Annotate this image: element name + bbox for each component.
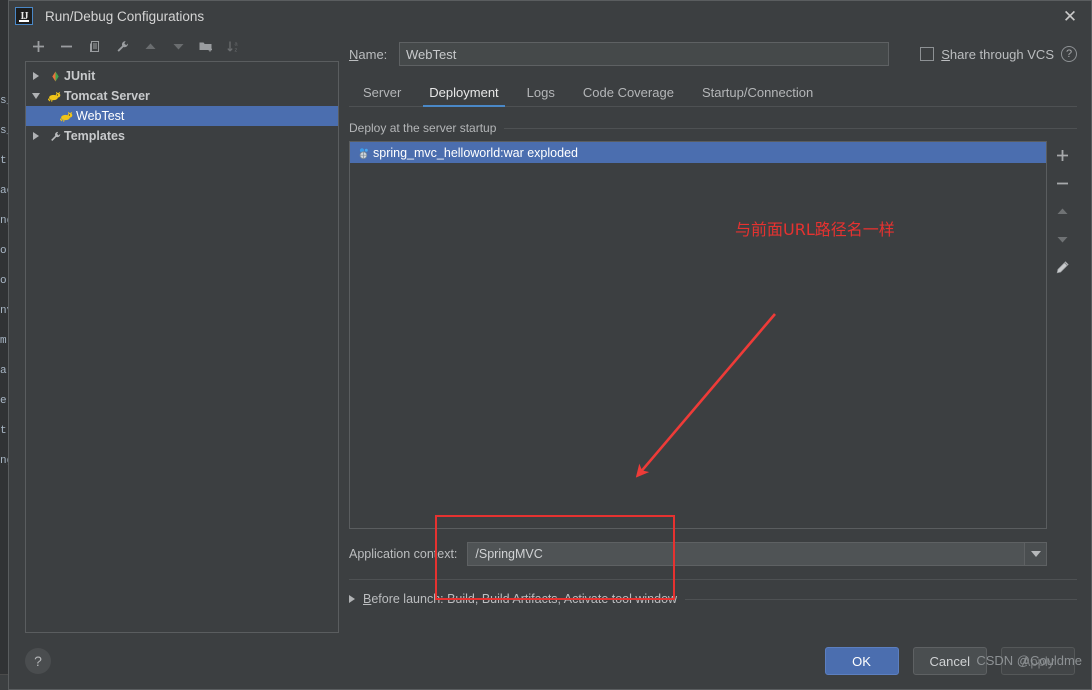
junit-icon [46, 70, 64, 83]
tab-startup-connection[interactable]: Startup/Connection [688, 85, 827, 106]
artifacts-actions-toolbar [1047, 141, 1077, 529]
share-vcs-label[interactable]: Share through VCS [941, 47, 1054, 62]
chevron-right-icon[interactable] [349, 595, 355, 603]
ok-button[interactable]: OK [824, 647, 899, 675]
tab-deployment[interactable]: Deployment [415, 85, 512, 107]
apply-button: Apply [1001, 647, 1075, 675]
editor-tabs: Server Deployment Logs Code Coverage Sta… [349, 77, 1077, 107]
dialog-title: Run/Debug Configurations [45, 8, 205, 24]
move-artifact-up-button[interactable] [1049, 199, 1075, 223]
tree-item-tomcat-server[interactable]: Tomcat Server [26, 86, 338, 106]
name-row: Name: Share through VCS ? [349, 37, 1077, 71]
run-debug-configurations-dialog: IJ Run/Debug Configurations ✕ a z JUnit … [8, 0, 1092, 690]
add-configuration-button[interactable] [25, 34, 51, 58]
chevron-right-icon[interactable] [26, 72, 46, 80]
application-context-combobox[interactable] [467, 542, 1047, 566]
deploy-group-label: Deploy at the server startup [349, 121, 497, 135]
name-label: Name: [349, 46, 388, 62]
before-launch-section[interactable]: Before launch: Build, Build Artifacts, A… [349, 592, 1077, 606]
chevron-down-icon[interactable] [1024, 543, 1046, 565]
before-launch-label: Before launch: Build, Build Artifacts, A… [363, 592, 678, 606]
dialog-body: a z JUnit Tomcat Server WebTest Template… [9, 31, 1091, 633]
close-icon[interactable]: ✕ [1059, 6, 1081, 26]
svg-text:z: z [235, 47, 238, 53]
name-input[interactable] [399, 42, 889, 66]
wrench-icon[interactable] [109, 34, 135, 58]
tree-item-templates[interactable]: Templates [26, 126, 338, 146]
tree-item-junit[interactable]: JUnit [26, 66, 338, 86]
tree-item-webtest[interactable]: WebTest [26, 106, 338, 126]
artifacts-list[interactable]: spring_mvc_helloworld:war exploded [349, 141, 1047, 529]
help-icon[interactable]: ? [1061, 46, 1077, 62]
application-context-input[interactable] [468, 543, 1024, 565]
chevron-down-icon[interactable] [26, 93, 46, 99]
application-context-label: Application context: [349, 547, 458, 561]
copy-configuration-button[interactable] [81, 34, 107, 58]
deployment-group: Deploy at the server startup spring_mvc_… [349, 121, 1077, 580]
dialog-titlebar: IJ Run/Debug Configurations ✕ [9, 1, 1091, 31]
tab-logs[interactable]: Logs [513, 85, 569, 106]
chevron-right-icon[interactable] [26, 132, 46, 140]
tab-server[interactable]: Server [349, 85, 415, 106]
configurations-panel: a z JUnit Tomcat Server WebTest Template… [9, 31, 339, 633]
deploy-group-legend: Deploy at the server startup [349, 121, 1077, 135]
intellij-idea-icon: IJ [15, 7, 33, 25]
move-down-button[interactable] [165, 34, 191, 58]
help-icon[interactable]: ? [25, 648, 51, 674]
share-through-vcs-group: Share through VCS ? [920, 46, 1077, 62]
tree-item-label: Tomcat Server [64, 89, 150, 103]
tree-item-label: Templates [64, 129, 125, 143]
footer-buttons: OK Cancel Apply [824, 647, 1075, 675]
configurations-tree[interactable]: JUnit Tomcat Server WebTest Templates [25, 61, 339, 633]
cancel-button[interactable]: Cancel [912, 647, 987, 675]
artifact-row[interactable]: spring_mvc_helloworld:war exploded [350, 142, 1046, 163]
tomcat-icon [58, 110, 76, 123]
wrench-icon [46, 130, 64, 143]
war-artifact-icon [355, 146, 373, 160]
add-artifact-button[interactable] [1049, 143, 1075, 167]
tomcat-icon [46, 90, 64, 103]
divider [504, 127, 1077, 129]
divider [685, 598, 1077, 600]
divider [349, 579, 1077, 580]
deployment-body: spring_mvc_helloworld:war exploded [349, 141, 1077, 529]
move-up-button[interactable] [137, 34, 163, 58]
configurations-toolbar: a z [9, 31, 339, 61]
configuration-editor-panel: Name: Share through VCS ? Server Deploym… [339, 31, 1091, 633]
create-folder-button[interactable] [193, 34, 219, 58]
tab-code-coverage[interactable]: Code Coverage [569, 85, 688, 106]
tree-item-label: WebTest [76, 109, 125, 123]
share-vcs-checkbox[interactable] [920, 47, 935, 61]
artifact-label: spring_mvc_helloworld:war exploded [373, 145, 578, 160]
remove-configuration-button[interactable] [53, 34, 79, 58]
sort-az-icon[interactable]: a z [221, 34, 247, 58]
dialog-footer: ? OK Cancel Apply [9, 633, 1091, 689]
pencil-icon[interactable] [1049, 255, 1075, 279]
tree-item-label: JUnit [64, 69, 96, 83]
move-artifact-down-button[interactable] [1049, 227, 1075, 251]
remove-artifact-button[interactable] [1049, 171, 1075, 195]
application-context-row: Application context: [349, 541, 1077, 567]
